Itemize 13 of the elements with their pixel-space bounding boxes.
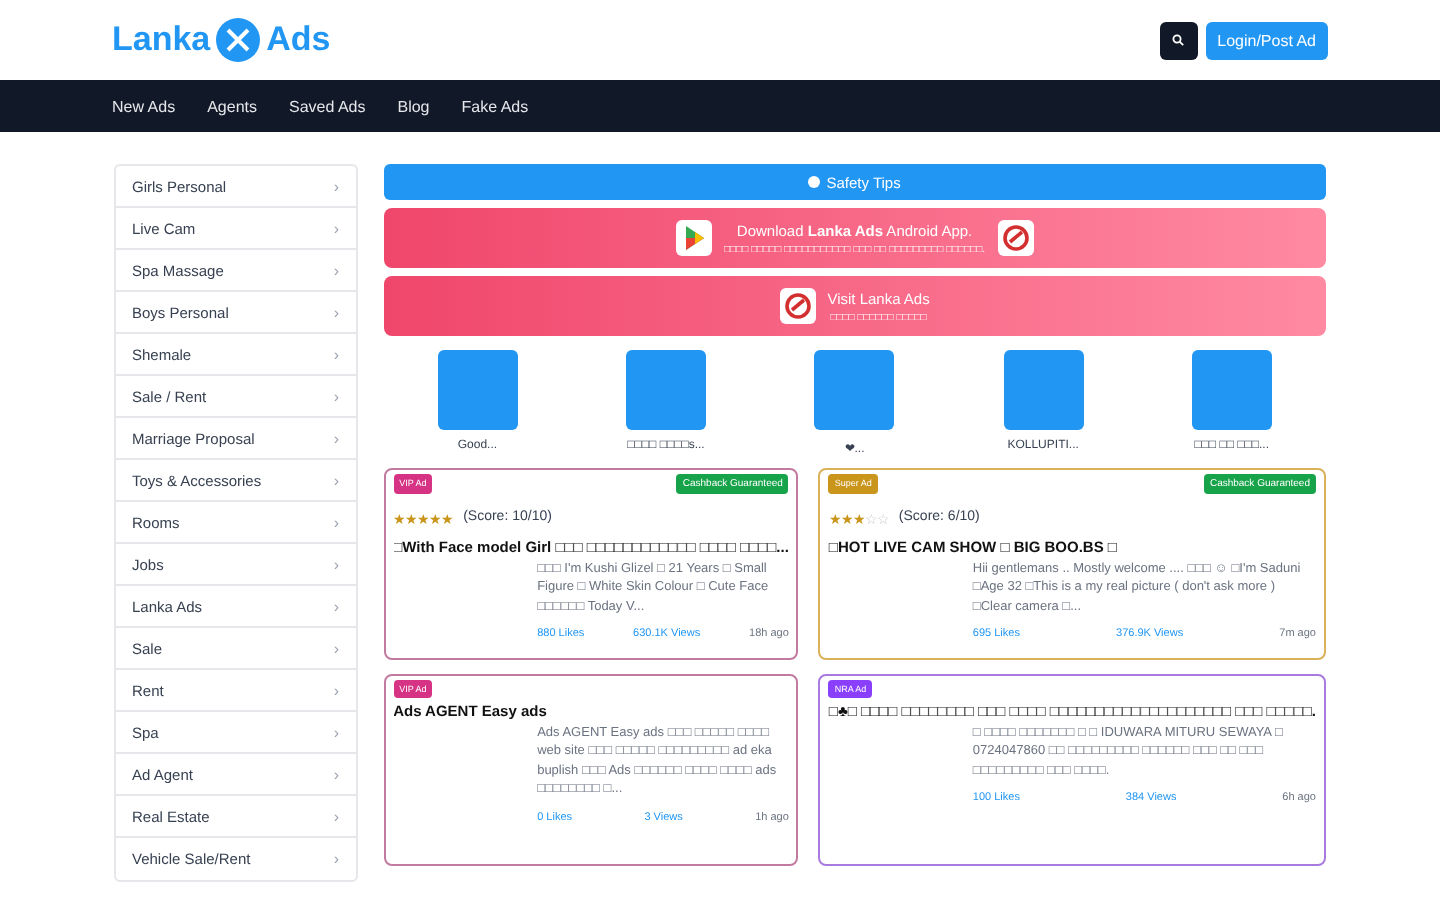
nav-link[interactable]: Agents	[207, 97, 257, 115]
logo-text: Ads	[266, 20, 331, 60]
nav-link[interactable]: New Ads	[112, 97, 176, 115]
nav-link[interactable]: Fake Ads	[461, 97, 529, 115]
nav-link[interactable]: Blog	[397, 97, 430, 115]
ad-card[interactable]	[383, 468, 799, 660]
ad-card[interactable]	[818, 468, 1326, 660]
x-logo-icon	[216, 18, 261, 62]
play-store-icon	[676, 220, 713, 256]
search-button[interactable]	[1159, 21, 1198, 59]
nav-link[interactable]: Saved Ads	[288, 97, 366, 115]
logo-text: Lanka	[112, 20, 211, 60]
search-icon	[1172, 34, 1185, 46]
